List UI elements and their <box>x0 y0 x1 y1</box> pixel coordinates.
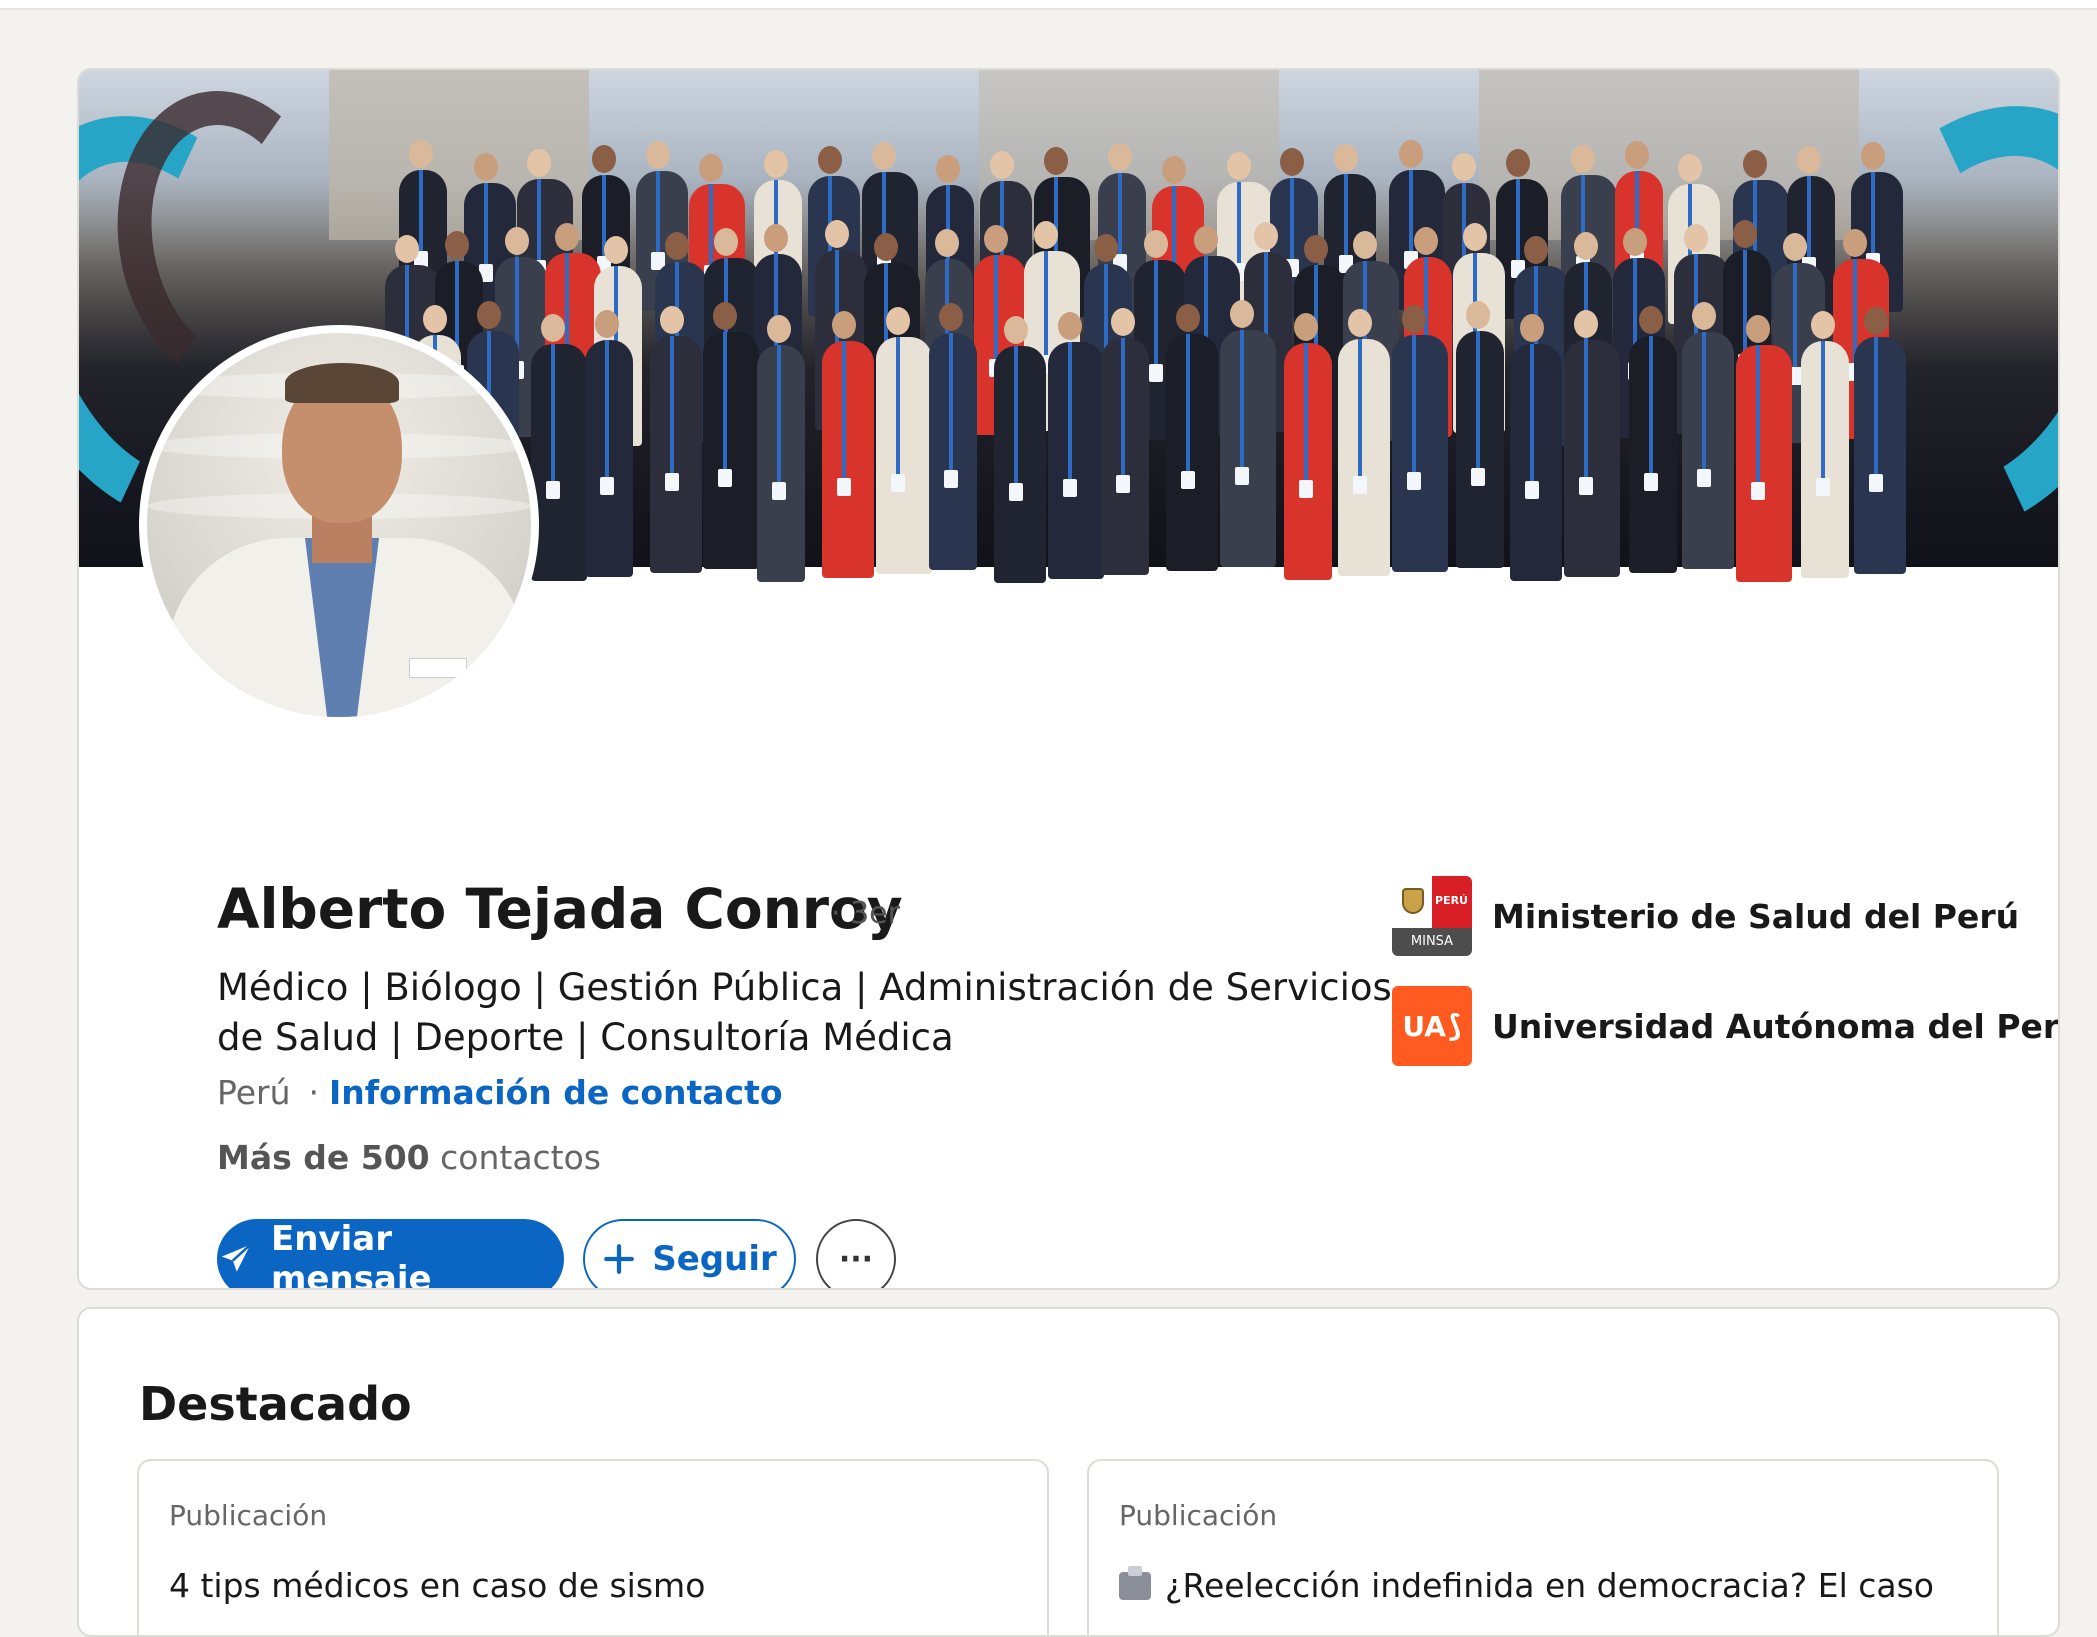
profile-location: Perú <box>217 1073 291 1112</box>
follow-button[interactable]: Seguir <box>583 1219 796 1288</box>
featured-item[interactable]: Publicación 4 tips médicos en caso de si… <box>137 1459 1049 1635</box>
ua-logo-icon: UA ⟆ <box>1392 986 1472 1066</box>
banner-person <box>821 311 874 578</box>
banner-person <box>1219 300 1276 567</box>
banner-person <box>703 302 760 569</box>
org-name: Ministerio de Salud del Perú <box>1492 896 2020 936</box>
send-message-label: Enviar mensaje <box>271 1219 432 1290</box>
send-message-button[interactable]: Enviar mensaje <box>217 1219 564 1290</box>
banner-person <box>757 315 806 582</box>
connections-count[interactable]: Más de 500 contactos <box>217 1138 601 1177</box>
plus-icon <box>602 1242 636 1276</box>
profile-avatar[interactable] <box>139 325 539 725</box>
banner-person <box>1682 302 1735 569</box>
contact-info-link[interactable]: Información de contacto <box>329 1073 783 1112</box>
banner-person <box>1735 315 1792 582</box>
featured-item-text: 4 tips médicos en caso de sismo <box>169 1566 706 1605</box>
banner-person <box>1628 306 1677 573</box>
connection-degree: · 3er <box>831 896 900 931</box>
featured-title: Destacado <box>139 1377 412 1431</box>
org-universidad-autonoma[interactable]: UA ⟆ Universidad Autónoma del Perú <box>1392 986 2060 1066</box>
org-ministerio-salud[interactable]: PERÚ MINSA Ministerio de Salud del Perú <box>1392 876 2019 956</box>
ballot-box-icon <box>1119 1566 1151 1600</box>
minsa-logo-icon: PERÚ MINSA <box>1392 876 1472 956</box>
featured-item-text: ¿Reelección indefinida en democracia? El… <box>1165 1566 1934 1605</box>
profile-card: Alberto Tejada Conroy · 3er Médico | Bió… <box>77 68 2060 1290</box>
banner-group-photo <box>379 130 1939 583</box>
banner-person <box>1510 314 1563 581</box>
more-actions-button[interactable]: ··· <box>816 1219 896 1288</box>
ellipsis-icon: ··· <box>838 1241 874 1277</box>
profile-name: Alberto Tejada Conroy <box>217 877 903 941</box>
banner-person <box>1338 309 1391 576</box>
featured-item[interactable]: Publicación ¿Reelección indefinida en de… <box>1087 1459 1999 1635</box>
banner-person <box>531 314 588 581</box>
banner-person <box>1284 313 1333 580</box>
org-name: Universidad Autónoma del Perú <box>1492 1006 2060 1046</box>
connections-bold: Más de 500 <box>217 1138 430 1177</box>
featured-section: Destacado Publicación 4 tips médicos en … <box>77 1307 2060 1637</box>
banner-person <box>1456 301 1505 568</box>
separator: · <box>308 1073 320 1112</box>
banner-person <box>1800 311 1849 578</box>
banner-person <box>649 306 702 573</box>
featured-item-text-row: ¿Reelección indefinida en democracia? El… <box>1119 1566 1934 1605</box>
banner-person <box>1391 305 1448 572</box>
banner-person <box>875 307 932 574</box>
banner-person <box>1854 307 1907 574</box>
banner-person <box>929 303 978 570</box>
connections-label: contactos <box>440 1138 601 1177</box>
banner-person <box>993 316 1046 583</box>
profile-headline: Médico | Biólogo | Gestión Pública | Adm… <box>217 966 1392 1059</box>
banner-person <box>1047 312 1104 579</box>
top-nav-edge <box>0 0 2097 10</box>
banner-person <box>1166 304 1218 571</box>
featured-item-type: Publicación <box>1119 1499 1278 1532</box>
send-icon <box>217 1240 255 1278</box>
featured-item-type: Publicación <box>169 1499 328 1532</box>
follow-label: Seguir <box>652 1239 777 1279</box>
location-row: Perú · Información de contacto <box>217 1073 783 1112</box>
banner-person <box>1101 308 1150 575</box>
banner-person <box>585 310 634 577</box>
banner-person <box>1563 310 1620 577</box>
